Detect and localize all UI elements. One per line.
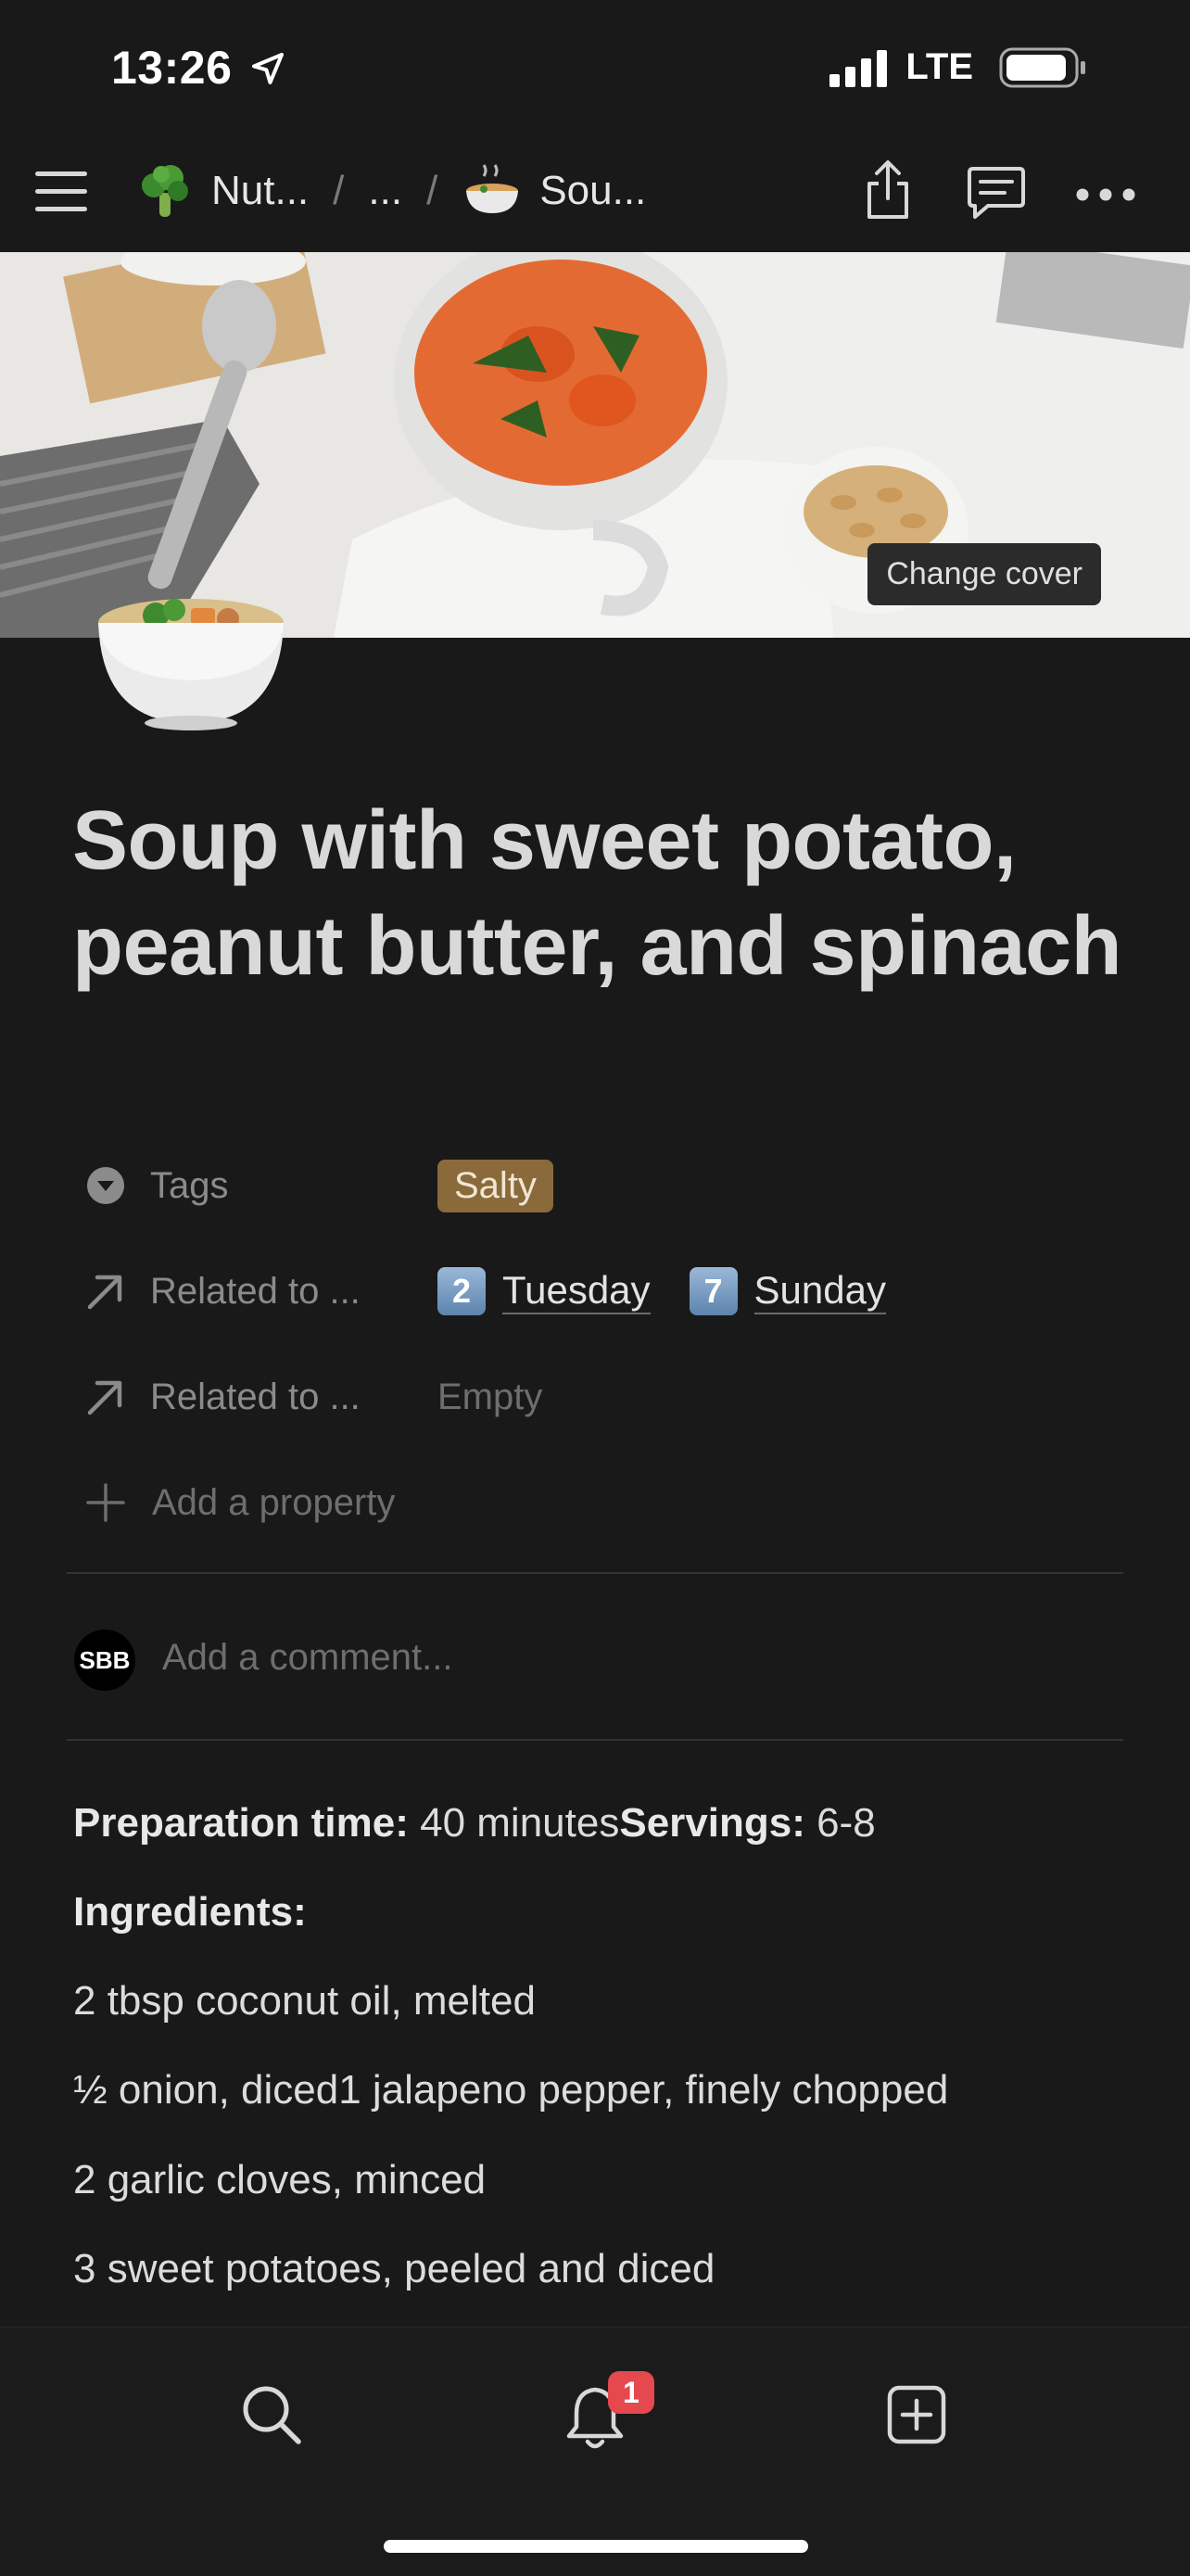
- text-block[interactable]: 2 tbsp coconut oil, melted: [73, 1978, 536, 2024]
- home-indicator[interactable]: [384, 2540, 808, 2553]
- property-related-2[interactable]: Related to ... Empty: [72, 1355, 1129, 1439]
- status-indicators: LTE: [828, 46, 1088, 88]
- property-tags[interactable]: Tags Salty: [72, 1144, 1129, 1227]
- bottom-tab-bar: [0, 2327, 1190, 2576]
- network-type: LTE: [905, 46, 973, 87]
- change-cover-button[interactable]: Change cover: [867, 543, 1101, 605]
- status-time: 13:26: [111, 41, 286, 95]
- ingredients-heading[interactable]: Ingredients:: [73, 1889, 307, 1935]
- text-block[interactable]: ½ onion, diced1 jalapeno pepper, finely …: [73, 2067, 948, 2113]
- text-block[interactable]: 2 garlic cloves, minced: [73, 2157, 486, 2203]
- servings-label: Servings:: [619, 1800, 805, 1846]
- relation-text: Sunday: [753, 1268, 886, 1314]
- add-property-label: Add a property: [152, 1481, 396, 1523]
- soup-page-icon[interactable]: [89, 584, 293, 732]
- comment-icon[interactable]: [966, 165, 1027, 222]
- notification-badge: 1: [608, 2371, 654, 2414]
- top-nav: Nut... / ... / Sou...: [0, 139, 1190, 250]
- soup-bowl-icon: [466, 164, 519, 213]
- broccoli-icon: [142, 165, 188, 217]
- property-empty-value[interactable]: Empty: [437, 1377, 542, 1418]
- property-label-related: Related to ...: [150, 1270, 361, 1312]
- text-block[interactable]: 3 sweet potatoes, peeled and diced: [73, 2246, 715, 2292]
- number-2-icon: 2: [437, 1267, 486, 1315]
- breadcrumb-item-soup[interactable]: Sou...: [539, 168, 646, 214]
- cover-image[interactable]: Change cover: [0, 252, 1190, 638]
- number-7-icon: 7: [689, 1267, 738, 1315]
- avatar: SBB: [74, 1630, 135, 1691]
- signal-icon: [829, 49, 888, 87]
- breadcrumb-item-nutrition[interactable]: Nut...: [211, 168, 309, 214]
- new-page-icon[interactable]: [886, 2384, 947, 2445]
- property-related-1[interactable]: Related to ... 2 Tuesday 7 Sunday: [72, 1250, 1129, 1333]
- share-icon[interactable]: [862, 158, 914, 222]
- more-options-icon[interactable]: [1075, 187, 1136, 202]
- relation-item-tuesday[interactable]: 2 Tuesday: [437, 1267, 651, 1315]
- servings-value: 6-8: [804, 1800, 876, 1846]
- breadcrumb-separator: /: [333, 168, 345, 213]
- relation-arrow-icon: [87, 1275, 122, 1310]
- prep-value: 40 minutes: [408, 1800, 620, 1846]
- breadcrumb-item-ellipsis[interactable]: ...: [368, 168, 402, 214]
- property-label-tags: Tags: [150, 1164, 229, 1206]
- prep-label: Preparation time:: [73, 1800, 409, 1846]
- divider: [67, 1739, 1123, 1741]
- prep-servings-line[interactable]: Preparation time: 40 minutesServings: 6-…: [73, 1800, 876, 1846]
- relation-item-sunday[interactable]: 7 Sunday: [689, 1267, 886, 1315]
- divider: [67, 1572, 1123, 1574]
- tag-salty[interactable]: Salty: [437, 1159, 553, 1212]
- menu-icon[interactable]: [35, 169, 87, 215]
- select-property-icon: [87, 1167, 124, 1204]
- relation-arrow-icon: [87, 1380, 122, 1415]
- comment-input[interactable]: Add a comment...: [162, 1637, 452, 1679]
- search-icon[interactable]: [239, 2382, 304, 2447]
- page-title[interactable]: Soup with sweet potato, peanut butter, a…: [72, 788, 1129, 999]
- relation-text: Tuesday: [502, 1268, 651, 1314]
- add-property-button[interactable]: Add a property: [72, 1461, 1129, 1544]
- breadcrumb-separator: /: [426, 168, 438, 213]
- location-arrow-icon: [251, 53, 284, 84]
- breadcrumb: Nut... / ... / Sou...: [135, 161, 646, 221]
- property-label-related: Related to ...: [150, 1376, 361, 1417]
- plus-icon: [86, 1483, 125, 1522]
- battery-icon: [999, 47, 1085, 87]
